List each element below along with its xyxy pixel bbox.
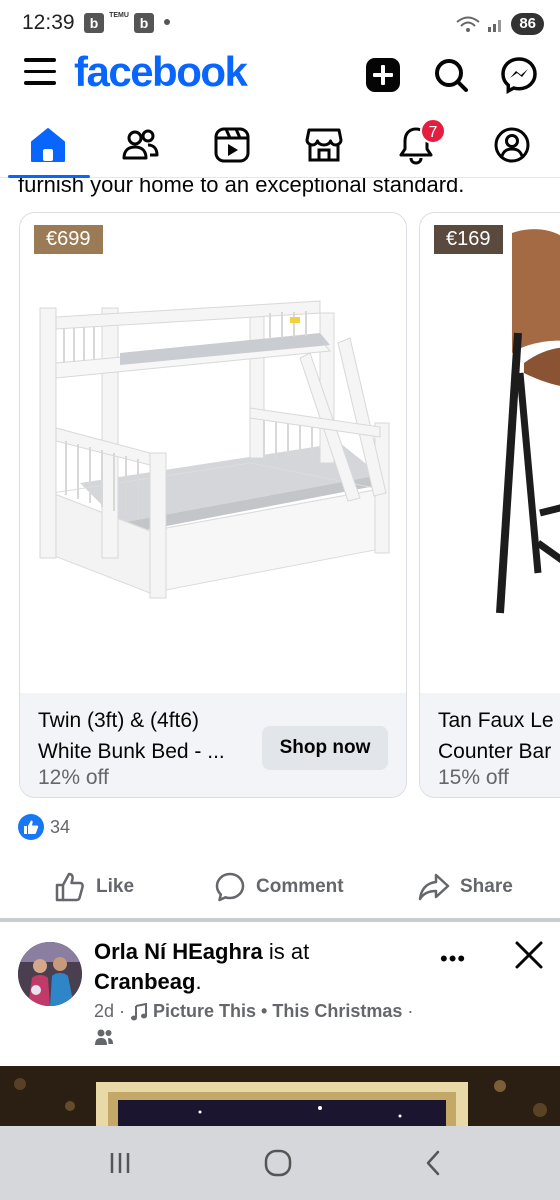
product-discount: 12% off xyxy=(38,766,109,789)
product-title-line2: White Bunk Bed - ... xyxy=(38,740,225,763)
feed-post: Orla Ní HEaghra is at Cranbeag. 2d · Pic… xyxy=(0,922,560,1126)
facebook-logo[interactable]: facebook xyxy=(74,48,248,96)
product-card[interactable]: €699 Twin (3ft) & (4ft6) White Bunk Bed … xyxy=(19,212,407,798)
bunk-bed-image xyxy=(39,300,390,599)
tab-profile[interactable] xyxy=(482,118,542,172)
tab-home[interactable] xyxy=(18,118,78,172)
reaction-summary[interactable]: 34 xyxy=(18,812,70,842)
share-button[interactable]: Share xyxy=(418,868,513,906)
status-bar: 12:39 b TEMU b 86 xyxy=(0,0,560,48)
notification-app-icon: b xyxy=(84,13,104,33)
shop-now-button[interactable]: Shop now xyxy=(262,726,388,770)
comment-button[interactable]: Comment xyxy=(214,868,344,906)
price-tag: €699 xyxy=(34,225,103,254)
comment-icon xyxy=(215,872,245,902)
audience-friends-icon xyxy=(94,1028,114,1051)
product-title-line2: Counter Bar xyxy=(438,740,552,763)
product-title: Tan Faux Le Counter Bar xyxy=(438,705,560,767)
like-reaction-icon xyxy=(18,814,44,840)
bar-stool-image xyxy=(496,229,560,614)
comment-label: Comment xyxy=(256,876,344,897)
messenger-icon[interactable] xyxy=(500,56,538,94)
is-at-text: is at xyxy=(262,939,310,964)
tab-friends[interactable] xyxy=(110,118,170,172)
android-navigation-bar xyxy=(0,1126,560,1200)
menu-icon[interactable] xyxy=(24,58,58,88)
location-suffix: . xyxy=(195,969,202,994)
product-image-bar-stool[interactable]: €169 xyxy=(420,213,560,693)
post-meta: 2d · Picture This • This Christmas · xyxy=(94,1001,413,1022)
post-header-text: Orla Ní HEaghra is at Cranbeag. xyxy=(94,937,454,997)
post-caption: furnish your home to an exceptional stan… xyxy=(18,178,465,197)
reaction-count: 34 xyxy=(50,816,71,837)
meta-separator-2: · xyxy=(407,1001,414,1021)
close-icon[interactable] xyxy=(512,938,546,972)
like-icon xyxy=(55,872,84,902)
notification-badge: 7 xyxy=(420,118,446,144)
product-discount: 15% off xyxy=(438,766,509,789)
main-nav: 7 xyxy=(0,112,560,178)
avatar[interactable] xyxy=(18,942,82,1006)
profile-icon xyxy=(494,127,530,163)
home-circle-icon[interactable] xyxy=(258,1146,298,1180)
marketplace-icon xyxy=(305,128,343,162)
product-card[interactable]: €169 Tan Faux Le Counter Bar 15% off xyxy=(419,212,560,798)
share-label: Share xyxy=(460,876,513,897)
product-info: Twin (3ft) & (4ft6) White Bunk Bed - ...… xyxy=(20,693,406,797)
tab-video[interactable] xyxy=(202,118,262,172)
more-options-button[interactable]: ••• xyxy=(440,946,466,972)
app-header: facebook xyxy=(0,48,560,104)
share-icon xyxy=(418,873,450,901)
recents-icon[interactable] xyxy=(100,1146,140,1180)
product-title-line1: Twin (3ft) & (4ft6) xyxy=(38,709,200,732)
post-time[interactable]: 2d xyxy=(94,1001,114,1022)
search-icon[interactable] xyxy=(432,56,470,94)
post-photo[interactable] xyxy=(0,1066,560,1126)
music-title[interactable]: Picture This • This Christmas xyxy=(153,1001,402,1022)
friends-icon xyxy=(122,129,159,160)
temu-notification-icon: TEMU xyxy=(109,12,129,19)
meta-separator: · xyxy=(119,1001,126,1021)
home-icon xyxy=(31,128,65,162)
back-icon[interactable] xyxy=(414,1146,454,1180)
status-indicators: 86 xyxy=(455,12,544,36)
product-info: Tan Faux Le Counter Bar 15% off xyxy=(420,693,560,797)
tab-notifications[interactable]: 7 xyxy=(386,118,446,172)
product-title-line1: Tan Faux Le xyxy=(438,709,554,732)
like-button[interactable]: Like xyxy=(54,868,134,906)
price-tag: €169 xyxy=(434,225,503,254)
like-label: Like xyxy=(96,876,135,897)
status-time: 12:39 xyxy=(22,11,75,34)
video-icon xyxy=(214,127,250,163)
tab-marketplace[interactable] xyxy=(294,118,354,172)
notification-app-icon-2: b xyxy=(134,13,154,33)
more-notifications-dot xyxy=(164,19,170,25)
signal-icon xyxy=(488,20,502,32)
author-name[interactable]: Orla Ní HEaghra xyxy=(94,939,263,964)
wifi-icon xyxy=(456,16,480,32)
post-actions: Like Comment Share xyxy=(0,862,560,912)
product-title: Twin (3ft) & (4ft6) White Bunk Bed - ... xyxy=(38,705,253,767)
news-feed[interactable]: furnish your home to an exceptional stan… xyxy=(0,178,560,1126)
music-note-icon xyxy=(131,1002,148,1020)
plus-icon[interactable] xyxy=(364,56,402,94)
product-image-bunk-bed[interactable]: €699 xyxy=(20,213,406,693)
location-link[interactable]: Cranbeag xyxy=(94,969,195,994)
battery-indicator: 86 xyxy=(511,13,544,35)
